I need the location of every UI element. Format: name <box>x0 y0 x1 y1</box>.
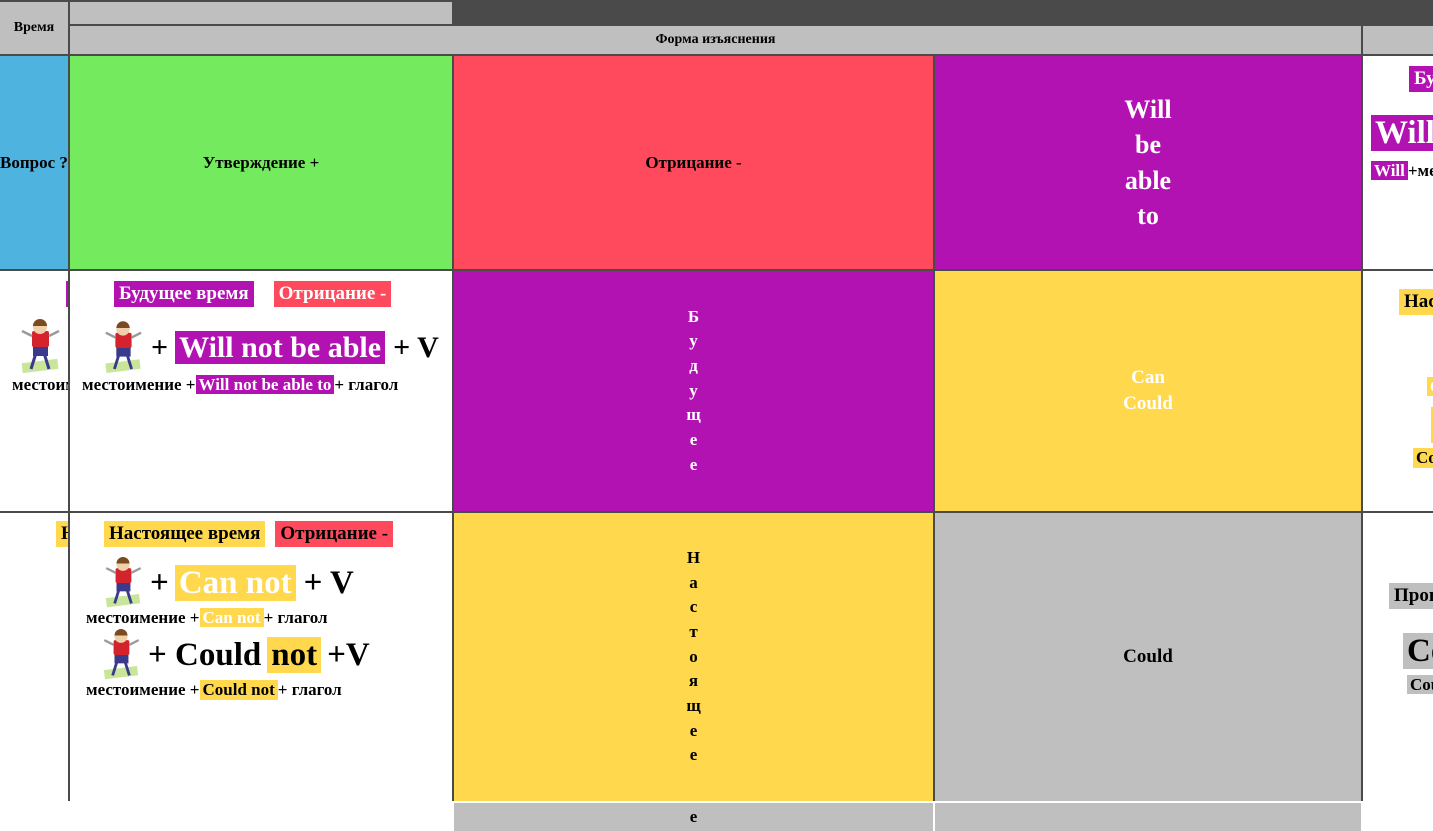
plus-sign: + <box>151 331 169 365</box>
time-letter: е <box>689 429 698 449</box>
gloss-text: + глагол <box>334 374 399 394</box>
cell-past-affirmative: Прошедшее время Утверждение + <box>0 803 68 831</box>
time-letter: щ <box>686 405 701 425</box>
form-tag: Отрицание - <box>273 281 392 307</box>
stub-line: able <box>1124 165 1172 195</box>
tense-tag: Настоящее время <box>104 521 266 547</box>
formula-verb: + V <box>393 331 439 365</box>
time-letter: о <box>689 646 698 666</box>
gloss-text: местоимение + <box>86 680 200 700</box>
time-letter: Б <box>687 306 700 326</box>
gloss-modal: Could <box>1407 674 1433 695</box>
tense-tag: Будущее время <box>114 281 254 307</box>
grammar-table: Форма изъяснения Время Вопрос ? Утвержде… <box>0 0 1433 831</box>
form-title-header: Форма изъяснения <box>70 26 1361 54</box>
cell-future-affirmative: Будущее время Утверждение + <box>0 271 68 511</box>
gloss-text: местоимение + <box>82 374 196 394</box>
tense-tag: Прошедшее время <box>1389 583 1433 609</box>
form-tag: Отрицание - <box>275 521 394 547</box>
time-letter: е <box>689 454 698 474</box>
time-letter: Н <box>686 548 701 568</box>
column-header-affirmative: Утверждение + <box>70 56 452 269</box>
stub-line: be <box>1134 130 1161 160</box>
cell-future-question: Будущее время Вопрос ? Will + <box>1363 56 1433 269</box>
time-letter: с <box>689 597 698 617</box>
formula-modal: Will <box>1371 114 1433 151</box>
gloss-text: местоимение + <box>12 374 68 394</box>
formula-phrase: Will not be able <box>175 331 386 365</box>
cell-present-affirmative: Настоящее время Утверждение + <box>0 513 68 801</box>
tense-tag: Настоящее время <box>56 521 68 547</box>
time-letter: я <box>688 671 699 691</box>
cell-past-negative: Прошедшее время Отрицание - <box>70 803 452 831</box>
boy-stick-figure-icon <box>102 321 144 375</box>
formula-verb: + V <box>303 564 354 601</box>
time-header-text: Время <box>13 20 55 35</box>
gloss-phrase: Will not be able to <box>195 374 335 395</box>
time-letter: е <box>689 720 698 740</box>
stub-line: to <box>1137 200 1159 230</box>
time-letter: у <box>689 380 698 400</box>
time-letter: е <box>689 806 698 826</box>
time-letter: е <box>689 745 698 765</box>
gloss-text: +местоимение + <box>1407 160 1433 180</box>
plus-sign: + <box>62 329 68 365</box>
tense-tag: Будущее время <box>66 281 68 307</box>
footer-stub-cell <box>935 803 1361 831</box>
column-header-negative-label: Отрицание - <box>645 152 742 172</box>
gloss-text: + глагол <box>277 680 342 700</box>
boy-stick-figure-icon <box>102 556 144 609</box>
stub-line: Will <box>1124 95 1172 125</box>
cell-past-question: Прошедшее время Вопрос ? Could + <box>1363 513 1433 801</box>
boy-stick-figure-icon <box>100 629 142 681</box>
gloss-modal: Will <box>1371 160 1408 181</box>
time-cell-past: П р о ш е д ш е е <box>454 803 933 831</box>
gloss-text: местоимение + <box>86 607 200 627</box>
formula-modal: Could <box>1403 632 1433 669</box>
time-column-header: Время <box>0 2 68 54</box>
column-header-question: Вопрос ? <box>0 56 68 269</box>
boy-stick-figure-icon <box>18 318 62 375</box>
corner-cell-2 <box>1363 26 1433 54</box>
gloss-modal: Could <box>1413 448 1433 468</box>
stub-line: Could <box>1123 393 1173 414</box>
cell-future-negative: Будущее время Отрицание - + Will not be … <box>70 271 452 511</box>
gloss-phrase: Can not <box>199 607 264 628</box>
column-header-negative: Отрицание - <box>454 56 933 269</box>
form-title-text: Форма изъяснения <box>655 32 776 47</box>
time-cell-present: Н а с т о я щ е е <box>454 513 933 801</box>
time-letter: щ <box>686 695 701 715</box>
plus-sign: + <box>150 564 169 601</box>
formula-phrase: Can not <box>174 564 296 601</box>
row-stub-will-be-able-to: Will be able to <box>935 56 1361 269</box>
gloss-modal: Can <box>1427 376 1433 397</box>
formula-text: + Could <box>148 637 262 674</box>
formula-verb: +V <box>327 637 370 674</box>
gloss-phrase: Could not <box>199 680 278 700</box>
formula-phrase: not <box>267 637 322 674</box>
corner-cell <box>70 2 452 24</box>
row-stub-could: Could <box>935 513 1361 801</box>
time-letter: т <box>689 622 698 642</box>
time-letter: у <box>689 331 698 351</box>
tense-tag: Настоящее время <box>1399 289 1433 315</box>
stub-line: Could <box>1123 646 1173 668</box>
time-letter: д <box>689 356 698 376</box>
cell-present-question: Настоящее время Вопрос ? Can + <box>1363 271 1433 511</box>
cell-present-negative: Настоящее время Отрицание - + Can not + … <box>70 513 452 801</box>
gloss-text: + глагол <box>263 607 328 627</box>
row-stub-can-could: Can Could <box>935 271 1361 511</box>
tense-tag: Будущее время <box>1409 66 1433 92</box>
column-header-affirmative-label: Утверждение + <box>202 152 320 172</box>
column-header-question-label: Вопрос ? <box>0 152 68 172</box>
time-letter: а <box>689 572 698 592</box>
stub-line: Can <box>1131 367 1165 389</box>
time-cell-future: Б у д у щ е е <box>454 271 933 511</box>
